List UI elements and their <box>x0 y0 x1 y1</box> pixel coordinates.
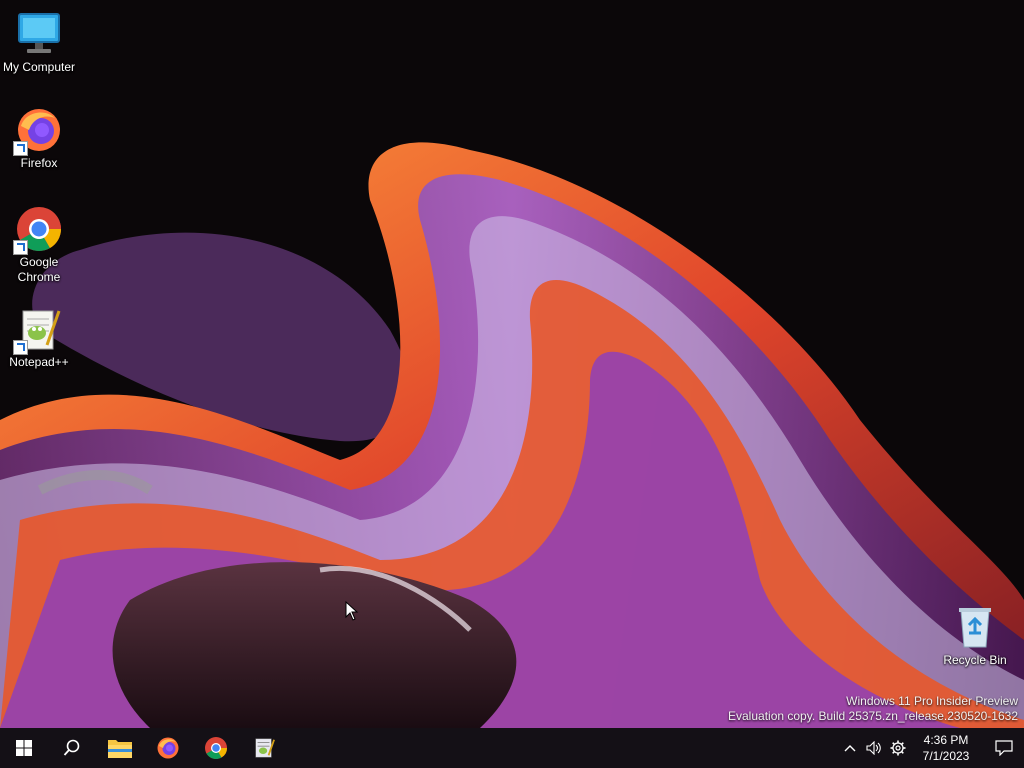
chrome-icon <box>205 737 227 759</box>
notepadpp-icon <box>13 305 63 355</box>
windows-watermark: Windows 11 Pro Insider Preview Evaluatio… <box>728 694 1018 724</box>
system-tray: 4:36 PM 7/1/2023 <box>838 728 1024 768</box>
taskbar-firefox[interactable] <box>144 728 192 768</box>
watermark-line-2: Evaluation copy. Build 25375.zn_release.… <box>728 709 1018 723</box>
taskbar-chrome[interactable] <box>192 728 240 768</box>
taskbar-clock[interactable]: 4:36 PM 7/1/2023 <box>916 732 976 764</box>
shortcut-arrow-icon <box>13 240 28 255</box>
action-center-button[interactable] <box>984 728 1024 768</box>
start-button[interactable] <box>0 728 48 768</box>
volume-icon <box>866 741 881 755</box>
taskbar-file-explorer[interactable] <box>96 728 144 768</box>
file-explorer-icon <box>108 740 132 758</box>
settings-button[interactable] <box>886 728 910 768</box>
start-icon <box>16 740 32 756</box>
desktop-icon-recycle-bin[interactable]: Recycle Bin <box>937 603 1013 668</box>
firefox-icon <box>13 106 63 156</box>
desktop-icon-label: Firefox <box>20 156 58 170</box>
show-hidden-icons-button[interactable] <box>838 728 862 768</box>
desktop-icon-label: Notepad++ <box>9 355 69 369</box>
search-button[interactable] <box>48 728 96 768</box>
watermark-line-1: Windows 11 Pro Insider Preview <box>846 694 1018 708</box>
taskbar: 4:36 PM 7/1/2023 <box>0 728 1024 768</box>
desktop-icon-google-chrome[interactable]: Google Chrome <box>1 205 77 285</box>
desktop-icon-label: Recycle Bin <box>943 653 1007 667</box>
desktop-icon-firefox[interactable]: Firefox <box>1 106 77 171</box>
desktop: My Computer Firefox Google Chrome Notepa… <box>0 0 1024 728</box>
clock-date: 7/1/2023 <box>922 749 970 763</box>
search-icon <box>63 739 80 756</box>
volume-button[interactable] <box>862 728 886 768</box>
desktop-icon-label: My Computer <box>2 60 76 74</box>
mouse-cursor-icon <box>345 601 359 621</box>
shortcut-arrow-icon <box>13 141 28 156</box>
chevron-up-icon <box>844 745 856 752</box>
notepadpp-icon <box>255 738 275 758</box>
chrome-icon <box>13 205 63 255</box>
desktop-icon-label: Google Chrome <box>17 255 61 284</box>
computer-icon <box>15 10 63 58</box>
desktop-icon-notepadpp[interactable]: Notepad++ <box>1 305 77 370</box>
settings-icon <box>890 740 906 756</box>
desktop-icon-my-computer[interactable]: My Computer <box>1 10 77 75</box>
notification-icon <box>995 740 1013 756</box>
wallpaper <box>0 0 1024 728</box>
firefox-icon <box>157 737 179 759</box>
shortcut-arrow-icon <box>13 340 28 355</box>
recycle-bin-icon <box>951 603 999 651</box>
taskbar-notepadpp[interactable] <box>240 728 288 768</box>
clock-time: 4:36 PM <box>923 733 969 747</box>
